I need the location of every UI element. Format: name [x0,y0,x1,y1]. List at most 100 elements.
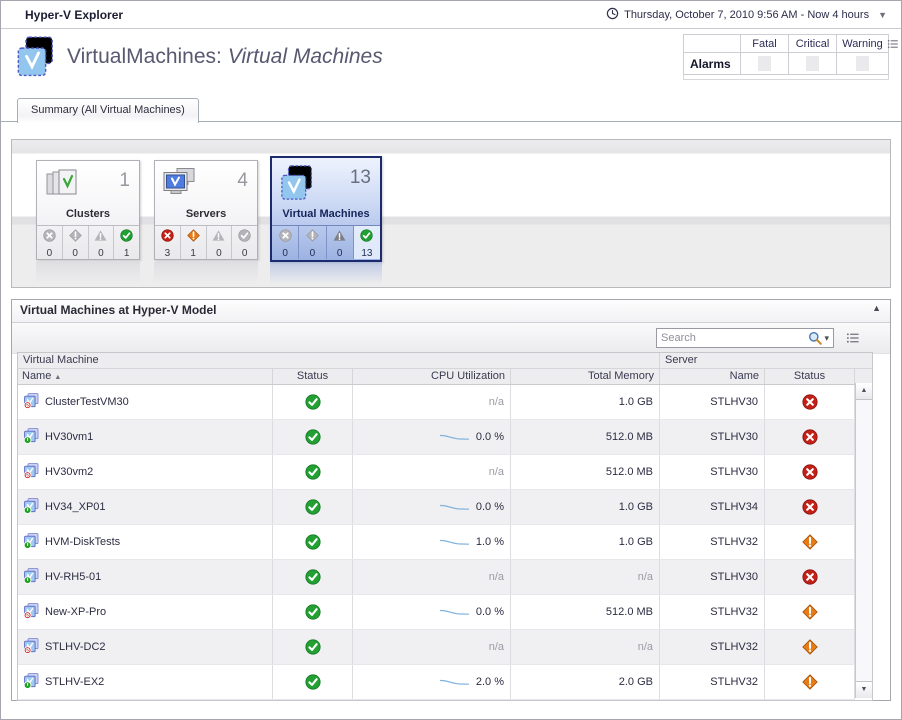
collapse-panel-icon[interactable]: ▲ [872,303,881,313]
normal-status-icon [120,229,133,242]
page: Hyper-V Explorer Thursday, October 7, 20… [0,0,902,720]
normal-status-icon [305,604,321,620]
cpu-value: 2.0 % [476,676,504,688]
tile-status-cell[interactable]: 0 [37,226,62,259]
cpu-sparkline [439,676,471,688]
fatal-status-icon [802,429,818,445]
cpu-value: n/a [489,466,504,478]
tile-virtual-machines[interactable]: 13 Virtual Machines 0 0 0 13 [270,156,382,262]
vm-name: HV30vm2 [45,466,93,478]
cpu-value: n/a [489,641,504,653]
column-header-name[interactable]: Name▲ [18,369,273,384]
warning-status-icon [212,229,225,242]
panel-title: Virtual Machines at Hyper-V Model [20,300,217,321]
vm-running-icon [23,428,39,444]
alarms-customizer-icon[interactable] [887,37,899,55]
vm-memory-cell: 1.0 GB [511,490,660,524]
table-row[interactable]: HV34_XP01 0.0 % 1.0 GB STLHV34 [18,490,855,525]
normal-status-icon [305,429,321,445]
column-header-total-memory[interactable]: Total Memory [511,369,660,384]
table-row[interactable]: HV-RH5-01 n/a n/a STLHV30 [18,560,855,595]
vm-name: STLHV-DC2 [45,641,106,653]
table-row[interactable]: STLHV-DC2 n/a n/a STLHV32 [18,630,855,665]
search-icon[interactable] [808,331,822,345]
tile-label: Servers [155,208,257,225]
critical-status-icon [69,229,82,242]
vm-cpu-cell: n/a [353,455,511,489]
table-rows: ClusterTestVM30 n/a 1.0 GB STLHV30 HV30v… [18,385,855,700]
tile-status-cell[interactable]: 1 [180,226,206,259]
app-title: Hyper-V Explorer [25,8,123,22]
virtual-machines-icon [15,35,61,84]
vm-cpu-cell: 2.0 % [353,665,511,699]
vm-name: New-XP-Pro [45,606,106,618]
tile-status-cell[interactable]: 0 [62,226,88,259]
table-customizer-icon[interactable] [846,331,860,350]
vm-stopped-icon [23,638,39,654]
server-status-cell [765,630,855,664]
vm-name: HVM-DiskTests [45,536,120,548]
tile-status-cell[interactable]: 0 [206,226,232,259]
vm-status-cell [273,665,353,699]
vm-cpu-cell: n/a [353,630,511,664]
vm-status-cell [273,630,353,664]
critical-status-icon [802,674,818,690]
tile-status-row: 0 0 0 13 [272,225,380,259]
alarms-fatal-cell[interactable] [741,53,789,75]
tile-clusters[interactable]: 1 Clusters 0 0 0 1 [36,160,140,260]
tab-summary-all-virtual-machines[interactable]: Summary (All Virtual Machines) [17,98,199,123]
table-row[interactable]: HV30vm1 0.0 % 512.0 MB STLHV30 [18,420,855,455]
tile-servers[interactable]: 4 Servers 3 1 0 0 [154,160,258,260]
vm-cpu-cell: n/a [353,385,511,419]
search-box: ▾ [656,328,834,348]
table-row[interactable]: STLHV-EX2 2.0 % 2.0 GB STLHV32 [18,665,855,700]
alarms-col-warning: Warning [837,34,889,53]
alarms-warning-cell[interactable] [837,53,889,75]
tile-status-cell[interactable]: 3 [155,226,180,259]
status-count: 1 [190,248,196,259]
fatal-status-icon [802,464,818,480]
scroll-down-button[interactable]: ▼ [856,681,872,698]
scroll-up-button[interactable]: ▲ [856,383,872,400]
table-row[interactable]: New-XP-Pro 0.0 % 512.0 MB STLHV32 [18,595,855,630]
critical-status-icon [306,229,319,242]
normal-status-icon [305,569,321,585]
column-header-server-status[interactable]: Status [765,369,855,384]
normal-status-icon [360,229,373,242]
column-header-status[interactable]: Status [273,369,353,384]
search-options-caret-icon[interactable]: ▾ [824,333,829,344]
server-icon [162,167,200,199]
table-row[interactable]: ClusterTestVM30 n/a 1.0 GB STLHV30 [18,385,855,420]
search-input[interactable] [657,332,808,344]
vm-status-cell [273,525,353,559]
caret-down-icon: ▼ [878,10,887,20]
tile-status-cell[interactable]: 0 [298,226,325,259]
column-header-server-name[interactable]: Name [660,369,765,384]
tile-status-cell[interactable]: 1 [113,226,139,259]
vm-stopped-icon [23,463,39,479]
alarms-critical-cell[interactable] [789,53,837,75]
magnifier-icon [808,331,822,345]
server-name-cell: STLHV32 [660,595,765,629]
tile-status-cell[interactable]: 0 [88,226,114,259]
tile-status-cell[interactable]: 0 [326,226,353,259]
table-row[interactable]: HV30vm2 n/a 512.0 MB STLHV30 [18,455,855,490]
fatal-status-icon [43,229,56,242]
tile-status-cell[interactable]: 0 [231,226,257,259]
vertical-scrollbar[interactable]: ▲ ▼ [855,383,872,698]
time-range-selector[interactable]: Thursday, October 7, 2010 9:56 AM - Now … [606,7,887,23]
tile-status-cell[interactable]: 13 [353,226,380,259]
tile-status-cell[interactable]: 0 [272,226,298,259]
cpu-value: 0.0 % [476,431,504,443]
warning-status-icon [94,229,107,242]
vm-memory-cell: 512.0 MB [511,595,660,629]
server-name-value: STLHV34 [710,501,758,513]
alarms-col-critical: Critical [789,34,837,53]
memory-value: n/a [638,571,653,583]
server-status-cell [765,455,855,489]
critical-status-icon [802,604,818,620]
tile-label: Clusters [37,208,139,225]
table-row[interactable]: HVM-DiskTests 1.0 % 1.0 GB STLHV32 [18,525,855,560]
vm-memory-cell: n/a [511,630,660,664]
column-header-cpu-utilization[interactable]: CPU Utilization [353,369,511,384]
